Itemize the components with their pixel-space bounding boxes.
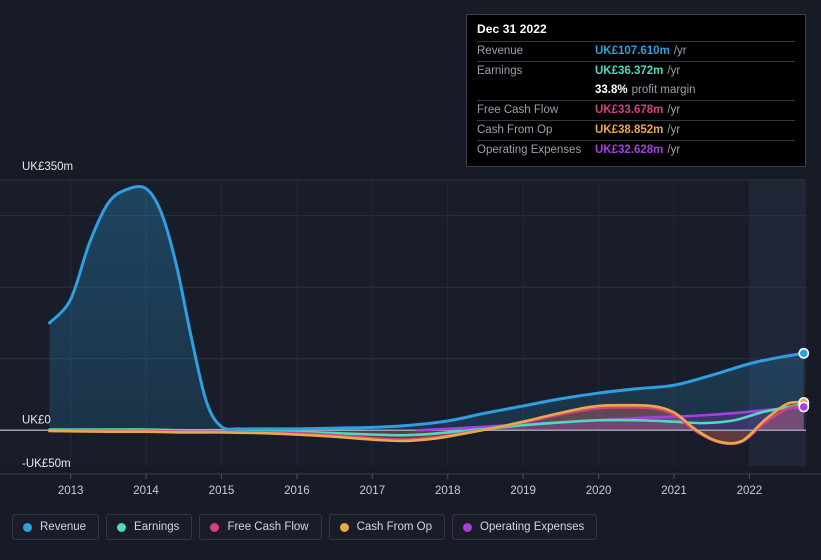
y-axis-label: -UK£50m [22,458,71,470]
tooltip-row-earnings: Earnings UK£36.372m/yr [477,61,795,81]
x-tick-label: 2014 [133,485,159,497]
legend-label: Earnings [134,521,180,533]
tooltip-text-profit-margin: profit margin [631,84,696,96]
tooltip-unit-earnings: /yr [667,65,681,77]
tooltip-row-operating-expenses: Operating Expenses UK£32.628m/yr [477,140,795,160]
x-tick-label: 2020 [586,485,612,497]
tooltip-value-revenue: UK£107.610m [595,45,670,57]
x-tick-label: 2017 [360,485,386,497]
tooltip-value-profit-margin: 33.8% [595,84,628,96]
tooltip-label-earnings: Earnings [477,65,523,77]
tooltip-unit-operating-expenses: /yr [667,144,681,156]
x-tick-label: 2021 [661,485,687,497]
tooltip-value-operating-expenses: UK£32.628m [595,144,664,156]
series-endpoint-marker [798,347,810,359]
legend-item-free-cash-flow[interactable]: Free Cash Flow [199,514,322,540]
legend-item-revenue[interactable]: Revenue [12,514,100,540]
tooltip-unit-cash-from-op: /yr [667,124,681,136]
stock-financials-chart-widget: 2013 2014 2015 2016 2017 2018 2019 2020 2021 2022… [0,0,821,560]
legend-label: Revenue [40,521,87,533]
legend-dot-icon [463,522,473,532]
tooltip-value-free-cash-flow: UK£33.678m [595,104,664,116]
x-tick-label: 2016 [284,485,310,497]
x-tick-label: 2015 [209,485,235,497]
chart-legend: Revenue Earnings Free Cash Flow Cash From O… [12,514,598,540]
x-tick-label: 2022 [737,485,763,497]
tooltip-label-free-cash-flow: Free Cash Flow [477,104,559,116]
tooltip-label-operating-expenses: Operating Expenses [477,144,582,156]
y-axis-label: UK£0 [22,414,51,426]
tooltip-row-revenue: Revenue UK£107.610m/yr [477,41,795,61]
x-tick-label: 2019 [510,485,536,497]
tooltip-value-earnings: UK£36.372m [595,65,664,77]
legend-label: Free Cash Flow [227,521,309,533]
legend-dot-icon [117,522,127,532]
tooltip-unit-revenue: /yr [673,45,687,57]
legend-item-operating-expenses[interactable]: Operating Expenses [452,514,598,540]
legend-dot-icon [23,522,32,532]
legend-label: Operating Expenses [480,521,585,533]
legend-dot-icon [210,522,220,532]
legend-dot-icon [339,522,349,532]
tooltip-row-cash-from-op: Cash From Op UK£38.852m/yr [477,120,795,140]
tooltip-date: Dec 31 2022 [477,22,547,36]
x-tick-label: 2013 [58,485,84,497]
x-tick-label: 2018 [435,485,461,497]
tooltip-label-revenue: Revenue [477,45,524,57]
legend-label: Cash From Op [356,521,433,533]
tooltip-row-free-cash-flow: Free Cash Flow UK£33.678m/yr [477,100,795,120]
series-endpoint-marker [798,401,810,413]
legend-item-earnings[interactable]: Earnings [106,514,193,540]
chart-tooltip: Dec 31 2022 Revenue UK£107.610m/yr Earni… [466,14,806,167]
tooltip-value-cash-from-op: UK£38.852m [595,124,664,136]
legend-item-cash-from-op[interactable]: Cash From Op [328,514,446,540]
tooltip-row-profit-margin: 33.8% profit margin [477,81,795,100]
y-axis-label: UK£350m [22,161,73,173]
tooltip-label-cash-from-op: Cash From Op [477,124,553,136]
tooltip-unit-free-cash-flow: /yr [667,104,681,116]
